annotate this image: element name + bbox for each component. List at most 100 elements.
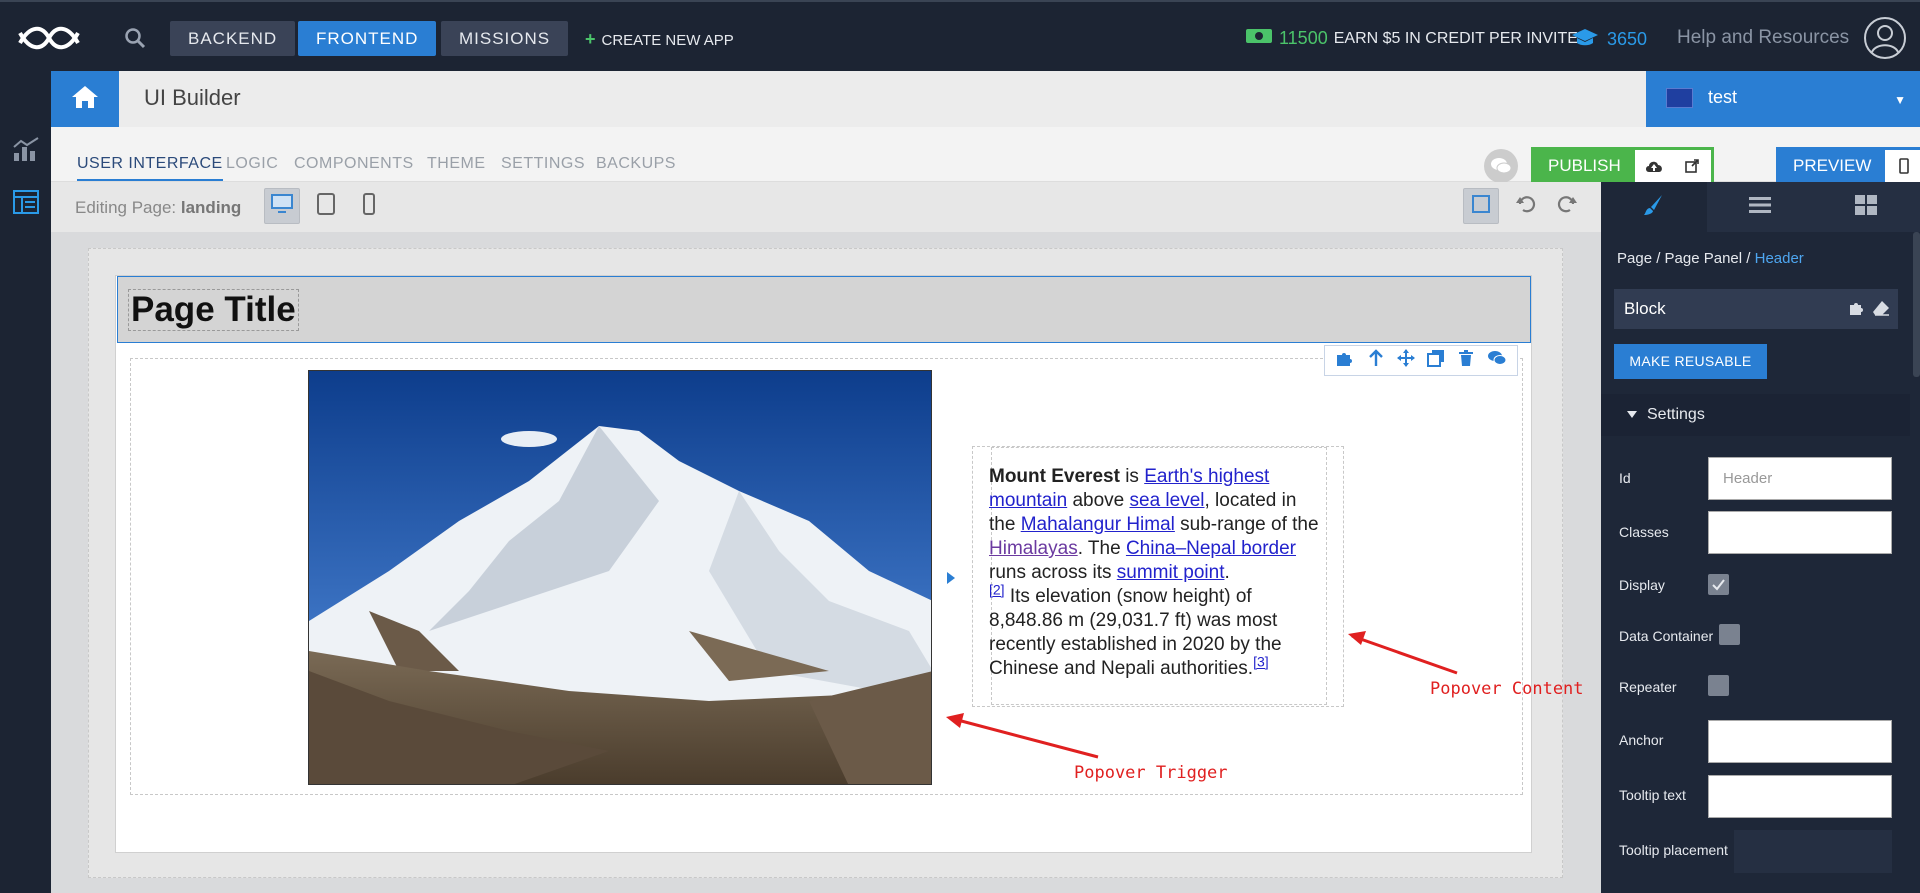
repeater-checkbox[interactable] [1708,675,1729,696]
popover-caret-icon[interactable] [947,572,955,584]
link-mahalangur-himal[interactable]: Mahalangur Himal [1021,514,1175,535]
undo-icon [1515,193,1537,220]
chat-icon[interactable] [1484,149,1518,183]
left-rail [0,71,51,893]
create-new-app-label: CREATE NEW APP [601,32,734,49]
preview-button[interactable]: PREVIEW [1779,150,1886,182]
trash-icon[interactable] [1458,349,1474,372]
home-button[interactable] [51,71,119,127]
anchor-input[interactable] [1708,720,1892,763]
eu-flag-icon [1666,88,1693,108]
select-mode-button[interactable] [1463,188,1499,224]
tab-components[interactable]: COMPONENTS [294,155,414,179]
data-container-checkbox[interactable] [1719,624,1740,645]
duplicate-icon[interactable] [1427,349,1445,372]
environment-selector[interactable]: test ▼ [1646,71,1920,127]
search-icon[interactable] [124,27,146,54]
popover-text-span: runs across its [989,562,1117,583]
desktop-icon [271,193,293,219]
block-toolbar [1324,345,1518,376]
user-avatar-icon[interactable] [1863,16,1907,65]
redo-button[interactable] [1549,188,1585,224]
link-himalayas[interactable]: Himalayas [989,538,1078,559]
create-new-app-button[interactable]: + CREATE NEW APP [585,29,734,50]
popover-text: Mount Everest is Earth's highest mountai… [989,465,1325,681]
breadcrumb-current[interactable]: Header [1755,250,1804,267]
settings-section-toggle[interactable]: Settings [1601,394,1910,436]
puzzle-icon[interactable] [1848,300,1866,321]
tooltip-placement-label: Tooltip placement [1619,842,1728,858]
header-block[interactable]: Page Title [117,276,1531,343]
tooltip-text-label: Tooltip text [1619,787,1686,803]
components-tab[interactable] [1813,182,1919,232]
desktop-view-button[interactable] [264,188,300,224]
panel-tabs [1601,182,1920,232]
reference-link-3[interactable]: [3] [1253,654,1269,670]
tooltip-placement-select[interactable] [1734,830,1892,873]
points-indicator[interactable]: 3650 [1571,27,1647,52]
mobile-view-button[interactable] [351,188,387,224]
analytics-icon[interactable] [12,137,40,168]
move-icon[interactable] [1396,349,1415,372]
grid-icon [1855,194,1877,220]
comments-icon[interactable] [1487,349,1507,372]
page-title-text[interactable]: Page Title [128,289,299,331]
link-sea-level[interactable]: sea level [1130,490,1205,511]
popover-text-span: . [1224,562,1230,583]
eraser-icon[interactable] [1872,300,1890,321]
tab-backups[interactable]: BACKUPS [596,155,676,179]
repeater-label: Repeater [1619,679,1677,695]
layers-tab[interactable] [1707,182,1813,232]
tablet-view-button[interactable] [308,188,344,224]
popover-text-span: Its elevation (snow height) of 8,848.86 … [989,586,1282,679]
tab-theme[interactable]: THEME [427,155,486,179]
breadcrumb-path[interactable]: Page / Page Panel / [1617,250,1755,267]
tab-settings[interactable]: SETTINGS [501,155,585,179]
tab-logic[interactable]: LOGIC [226,155,278,179]
cloud-upload-icon[interactable] [1634,150,1673,182]
ui-builder-icon[interactable] [12,189,40,220]
credits-count: 11500 [1279,28,1328,48]
link-china-nepal-border[interactable]: China–Nepal border [1126,538,1296,559]
editing-page-name: landing [180,198,242,217]
square-select-icon [1471,194,1491,219]
arrow-up-icon[interactable] [1368,349,1384,372]
settings-label: Settings [1647,406,1705,423]
mobile-preview-icon[interactable] [1885,150,1920,182]
id-label: Id [1619,470,1631,486]
tooltip-text-input[interactable] [1708,775,1892,818]
mobile-icon [363,192,375,220]
display-checkbox[interactable] [1708,574,1729,595]
external-link-icon[interactable] [1672,150,1711,182]
editing-label-text: Editing Page: [75,198,177,217]
anchor-label: Anchor [1619,732,1664,748]
nav-frontend-button[interactable]: FRONTEND [298,21,437,56]
reference-link-2[interactable]: [2] [989,582,1005,598]
display-label: Display [1619,577,1665,593]
properties-panel: Page / Page Panel / Header Block MAKE RE… [1601,182,1920,893]
app-logo-icon[interactable] [18,21,80,60]
link-summit-point[interactable]: summit point [1117,562,1225,583]
credits-indicator[interactable]: 11500 EARN $5 IN CREDIT PER INVITE [1245,27,1578,50]
nav-missions-button[interactable]: MISSIONS [441,21,569,56]
data-container-label: Data Container [1619,628,1714,644]
id-input[interactable]: Header [1708,457,1892,500]
points-count: 3650 [1607,29,1648,49]
make-reusable-button[interactable]: MAKE REUSABLE [1614,344,1767,379]
editing-page-label: Editing Page: landing [75,198,241,218]
tab-user-interface[interactable]: USER INTERFACE [77,155,223,181]
paint-brush-icon [1642,193,1666,222]
environment-name: test [1708,87,1738,107]
editing-toolbar: Editing Page: landing [51,182,1601,232]
publish-button[interactable]: PUBLISH [1534,150,1635,182]
help-resources-link[interactable]: Help and Resources [1677,27,1849,49]
style-tab[interactable] [1601,182,1707,232]
nav-backend-button[interactable]: BACKEND [170,21,296,56]
undo-button[interactable] [1508,188,1544,224]
puzzle-icon[interactable] [1335,349,1355,372]
preview-group: PREVIEW [1776,147,1920,185]
everest-image[interactable] [308,370,932,785]
plus-icon: + [585,29,596,49]
classes-input[interactable] [1708,511,1892,554]
panel-scrollbar[interactable] [1913,232,1920,377]
